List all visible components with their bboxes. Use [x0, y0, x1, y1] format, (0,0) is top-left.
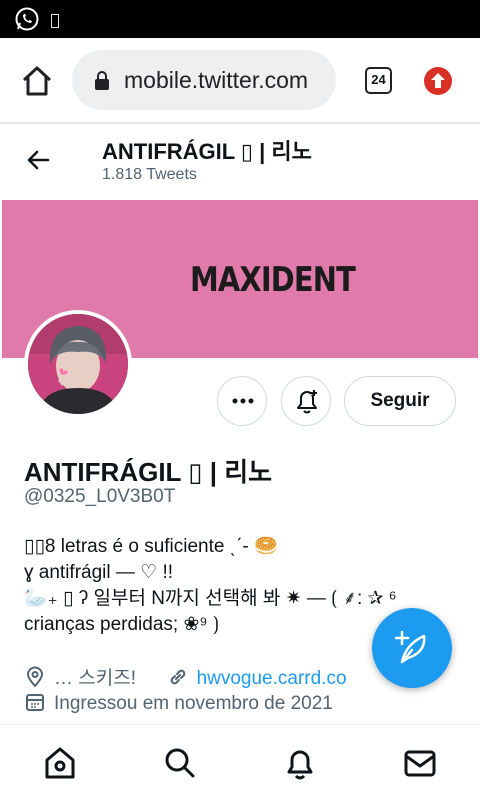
status-bar [0, 0, 480, 38]
whatsapp-icon [15, 7, 39, 31]
follow-button[interactable]: Seguir [344, 376, 456, 426]
bottom-navigation [0, 724, 480, 800]
calendar-icon [26, 694, 44, 711]
location-text: … 스키즈! [54, 668, 136, 689]
more-options-button[interactable] [217, 376, 267, 426]
more-dots-icon [232, 398, 254, 404]
avatar[interactable] [24, 310, 132, 418]
bell-plus-icon [297, 390, 317, 414]
profile-handle: @0325_L0V3B0T [24, 486, 176, 507]
update-arrow-icon[interactable] [424, 67, 452, 95]
browser-toolbar: mobile.twitter.com 24 [0, 38, 480, 124]
home-icon[interactable] [20, 64, 54, 98]
search-icon[interactable] [162, 745, 198, 781]
notifications-subscribe-button[interactable] [281, 376, 331, 426]
notifications-bell-icon[interactable] [282, 745, 318, 781]
tab-switcher-icon[interactable]: 24 [365, 67, 392, 94]
tweet-count: 1.818 Tweets [102, 166, 197, 183]
header-profile-name: ANTIFRÁGIL ▯ | 리노 [102, 139, 312, 164]
compose-tweet-button[interactable] [372, 608, 452, 688]
profile-header-bar: ANTIFRÁGIL ▯ | 리노 1.818 Tweets [0, 124, 480, 198]
address-bar[interactable]: mobile.twitter.com [72, 50, 336, 110]
profile-name: ANTIFRÁGIL ▯ | 리노 [24, 457, 273, 487]
compose-feather-icon [394, 630, 426, 664]
profile-meta-joined: Ingressou em novembro de 2021 [24, 691, 333, 717]
home-icon[interactable] [42, 745, 78, 781]
notification-placeholder-glyph [51, 14, 59, 28]
location-pin-icon [26, 666, 44, 688]
back-arrow-icon[interactable] [24, 146, 52, 174]
profile-meta-location-link: … 스키즈! hwvogue.carrd.co [24, 663, 347, 689]
bio-line: ɣ antifrágil — ♡ !! [24, 562, 174, 583]
link-icon [170, 669, 185, 685]
messages-envelope-icon[interactable] [402, 745, 438, 781]
lock-icon [95, 71, 109, 90]
url-text: mobile.twitter.com [124, 67, 309, 93]
bio-line: ▯▯8 letras é o suficiente ˎˊ- 🥯 [24, 536, 278, 557]
joined-date: Ingressou em novembro de 2021 [54, 693, 333, 714]
website-link[interactable]: hwvogue.carrd.co [197, 668, 347, 689]
banner-logo: MAXIDENT [190, 260, 356, 300]
